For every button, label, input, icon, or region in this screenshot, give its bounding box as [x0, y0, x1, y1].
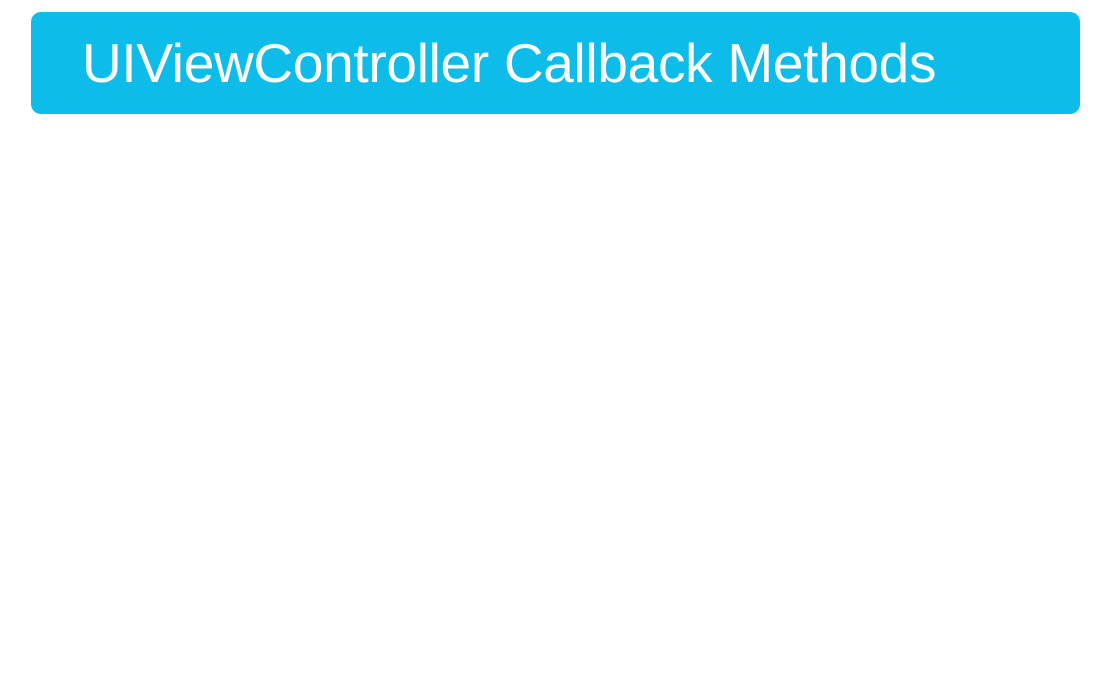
slide-title: UIViewController Callback Methods	[82, 32, 937, 94]
slide-body	[0, 114, 1120, 700]
title-banner: UIViewController Callback Methods	[31, 12, 1080, 114]
